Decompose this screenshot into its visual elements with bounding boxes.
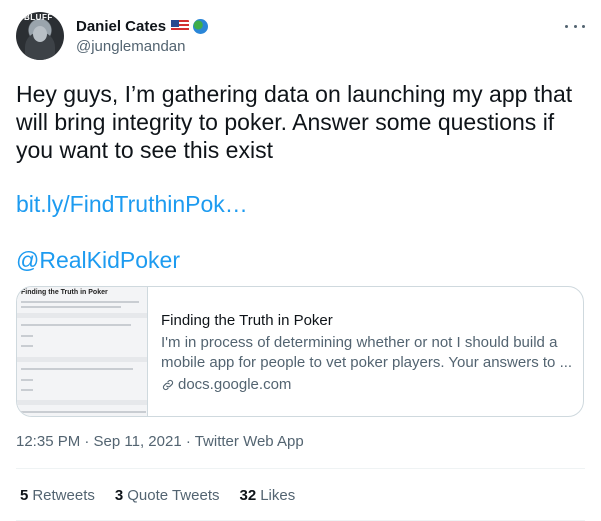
divider (16, 468, 585, 469)
author-handle[interactable]: @junglemandan (76, 38, 208, 58)
more-options-icon[interactable] (565, 18, 585, 34)
thumbnail-line (21, 411, 146, 413)
avatar[interactable]: BLUFF (16, 12, 64, 60)
stat-quote-tweets[interactable]: 3 Quote Tweets (115, 486, 220, 506)
stat-count: 5 (20, 487, 29, 504)
thumbnail-separator (17, 357, 147, 362)
stat-count: 3 (114, 487, 124, 504)
engagement-stats: 5 Retweets 3 Quote Tweets 32 Likes (20, 486, 315, 506)
thumbnail-separator (17, 313, 147, 318)
tweet-text: Hey guys, I’m gathering data on launchin… (16, 81, 573, 163)
avatar-face (33, 26, 47, 42)
stat-label: Likes (260, 487, 296, 504)
card-description: I'm in process of determining whether or… (161, 334, 573, 371)
card-thumbnail: Finding the Truth in Poker (17, 287, 148, 416)
thumbnail-line (21, 379, 33, 381)
thumbnail-line (21, 335, 33, 337)
tweet-link[interactable]: bit.ly/FindTruthinPok… (16, 190, 248, 218)
thumbnail-line (21, 306, 121, 308)
mention-link[interactable]: @RealKidPoker (16, 246, 180, 274)
stat-label: Retweets (32, 487, 95, 504)
thumbnail-line (21, 389, 33, 391)
author-block: Daniel Cates @junglemandan (76, 16, 209, 58)
tweet-timestamp[interactable]: 12:35 PM · Sep 11, 2021 · Twitter Web Ap… (16, 432, 304, 452)
more-dot-icon (573, 24, 577, 28)
card-title: Finding the Truth in Poker (161, 312, 333, 329)
stat-count: 32 (239, 487, 257, 504)
thumbnail-title: Finding the Truth in Poker (21, 289, 108, 296)
more-dot-icon (565, 24, 568, 28)
avatar-text: BLUFF (24, 13, 53, 22)
card-text: Finding the Truth in Poker I'm in proces… (161, 311, 573, 395)
author-name[interactable]: Daniel Cates (76, 18, 166, 35)
stat-retweets[interactable]: 5 Retweets (20, 486, 95, 506)
more-dot-icon (582, 24, 585, 28)
globe-icon (193, 18, 209, 34)
card-domain-row: docs.google.com (161, 375, 573, 395)
name-row: Daniel Cates (76, 16, 209, 36)
thumbnail-line (21, 301, 139, 303)
link-preview-card[interactable]: Finding the Truth in Poker Finding the T… (16, 286, 584, 417)
tweet: BLUFF Daniel Cates @junglemandan Hey guy… (0, 0, 601, 521)
link-icon (162, 379, 174, 391)
thumbnail-separator (17, 400, 147, 405)
tweet-header: BLUFF Daniel Cates @junglemandan (16, 12, 585, 64)
thumbnail-line (21, 368, 133, 370)
us-flag-icon (171, 20, 190, 32)
card-domain: docs.google.com (178, 376, 292, 393)
thumbnail-line (21, 345, 33, 347)
thumbnail-line (21, 324, 131, 326)
stat-likes[interactable]: 32 Likes (240, 486, 296, 506)
stat-label: Quote Tweets (127, 487, 220, 504)
